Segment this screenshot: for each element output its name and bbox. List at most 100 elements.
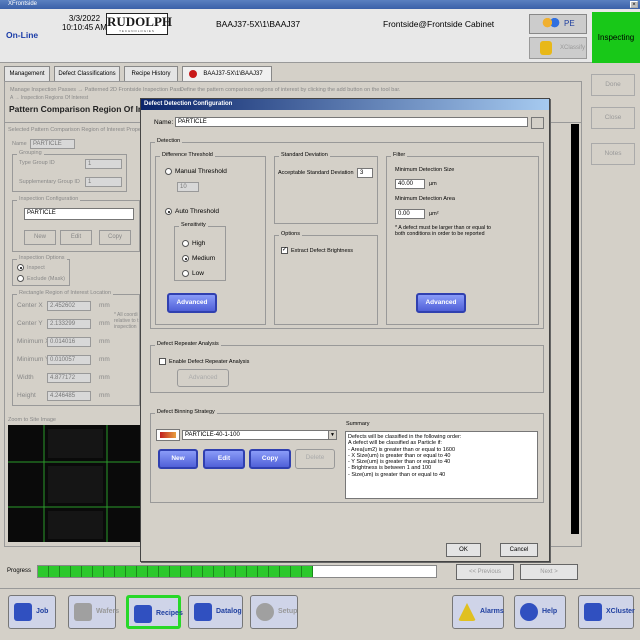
cancel-button[interactable]: Cancel xyxy=(500,543,538,557)
job-button[interactable]: Job xyxy=(8,595,56,629)
row-field[interactable]: 0.010057 xyxy=(47,355,91,365)
next-button[interactable]: Next > xyxy=(520,564,578,580)
wafers-label: Wafers xyxy=(96,608,120,615)
previous-button[interactable]: << Previous xyxy=(456,564,514,580)
setup-label: Setup xyxy=(278,608,298,615)
tab-recipe[interactable]: BAAJ37-5X\1\BAAJ37 xyxy=(182,66,272,81)
repeater-advanced-button[interactable]: Advanced xyxy=(177,369,229,387)
radio-icon xyxy=(182,240,189,247)
row-field[interactable]: 0.014016 xyxy=(47,337,91,347)
min-size-input[interactable]: 40.00 xyxy=(395,179,425,189)
setup-button[interactable]: Setup xyxy=(250,595,298,629)
row-field[interactable]: 2.133299 xyxy=(47,319,91,329)
row-field[interactable]: 2.452602 xyxy=(47,301,91,311)
logo-name: RUDOLPH xyxy=(107,14,172,29)
supp-group-field[interactable]: 1 xyxy=(85,177,122,187)
advanced-threshold-button[interactable]: Advanced xyxy=(167,293,217,313)
manual-threshold-radio[interactable]: Manual Threshold xyxy=(165,168,227,175)
users-icon xyxy=(542,17,560,31)
sens-medium-radio[interactable]: Medium xyxy=(182,255,215,262)
medium-label: Medium xyxy=(192,255,216,263)
auto-label: Auto Threshold xyxy=(175,208,219,216)
sens-high-radio[interactable]: High xyxy=(182,240,205,247)
datetime: 3/3/2022 10:10:45 AM xyxy=(62,14,107,32)
zoom-label: Zoom to Site Image xyxy=(8,417,56,423)
die xyxy=(48,466,103,503)
min-size-label: Minimum Detection Size xyxy=(395,167,455,173)
close-button[interactable]: Close xyxy=(591,107,635,129)
acc-std-input[interactable]: 3 xyxy=(357,168,373,178)
radio-icon xyxy=(182,270,189,277)
help-button[interactable]: Help xyxy=(514,595,566,629)
rudolph-logo: RUDOLPH TECHNOLOGIES xyxy=(106,13,172,35)
alarms-button[interactable]: Alarms xyxy=(452,595,504,629)
opt-exclude[interactable]: Exclude (Mask) xyxy=(17,275,65,282)
binning-copy-button[interactable]: Copy xyxy=(249,449,291,469)
repeater-label: Defect Repeater Analysis xyxy=(155,341,221,347)
tab-defect-classifications[interactable]: Defect Classifications xyxy=(54,66,120,81)
row-label: Height xyxy=(17,392,36,399)
filter-note: * A defect must be larger than or equal … xyxy=(395,225,491,238)
radio-icon xyxy=(182,255,189,262)
datalog-button[interactable]: Datalog xyxy=(188,595,243,629)
row-label: Minimum X xyxy=(17,338,50,345)
binning-select[interactable]: PARTICLE-40-1-100 ▼ xyxy=(182,430,337,440)
binning-delete-button[interactable]: Delete xyxy=(295,449,335,469)
done-button[interactable]: Done xyxy=(591,74,635,96)
acc-std-label: Acceptable Standard Deviation xyxy=(278,170,354,176)
tab-management[interactable]: Management xyxy=(4,66,50,81)
tab-recipe-history[interactable]: Recipe History xyxy=(124,66,178,81)
opt-inspect[interactable]: Inspect xyxy=(17,264,45,271)
dlg-name-button[interactable] xyxy=(531,117,544,129)
name-field[interactable]: PARTICLE xyxy=(30,139,75,149)
min-area-input[interactable]: 0.00 xyxy=(395,209,425,219)
advanced-filter-button[interactable]: Advanced xyxy=(416,293,466,313)
min-area-unit: µm² xyxy=(429,211,439,217)
job-label: Job xyxy=(36,608,49,615)
summary-label: Summary xyxy=(346,421,370,427)
alarms-label: Alarms xyxy=(480,608,504,615)
min-size-unit: µm xyxy=(429,181,437,187)
type-group-field[interactable]: 1 xyxy=(85,159,122,169)
chevron-down-icon: ▼ xyxy=(328,431,336,439)
insp-config-field[interactable]: PARTICLE xyxy=(24,208,134,220)
supp-group-label: Supplementary Group ID xyxy=(19,179,80,185)
xcluster-button[interactable]: XCluster xyxy=(578,595,635,629)
warning-icon xyxy=(458,603,476,621)
lock-icon xyxy=(540,41,552,55)
rect-row: Minimum Y 0.010057 mm xyxy=(17,355,117,373)
lock-button[interactable]: XClassify xyxy=(529,37,587,59)
dlg-name-input[interactable]: PARTICLE xyxy=(175,117,528,127)
insp-options-label: Inspection Options xyxy=(17,255,67,261)
extract-checkbox[interactable]: ✓ Extract Defect Brightness xyxy=(281,247,353,254)
row-field[interactable]: 4.246485 xyxy=(47,391,91,401)
left-copy-button[interactable]: Copy xyxy=(99,230,131,245)
datalog-icon xyxy=(194,603,212,621)
row-label: Center Y xyxy=(17,320,43,327)
auto-threshold-radio[interactable]: Auto Threshold xyxy=(165,208,219,215)
wafers-button[interactable]: Wafers xyxy=(68,595,120,629)
close-icon[interactable]: × xyxy=(630,1,638,8)
binning-new-button[interactable]: New xyxy=(158,449,198,469)
detection-label: Detection xyxy=(155,138,183,144)
breadcrumb-2: A → Inspection Regions Of Interest xyxy=(10,95,89,101)
left-edit-button[interactable]: Edit xyxy=(60,230,92,245)
sens-low-radio[interactable]: Low xyxy=(182,270,204,277)
user-button[interactable]: PE xyxy=(529,14,587,34)
row-label: Width xyxy=(17,374,34,381)
location: Frontside@Frontside Cabinet xyxy=(383,19,495,29)
row-field[interactable]: 4.877172 xyxy=(47,373,91,383)
enable-repeater-checkbox[interactable]: Enable Defect Repeater Analysis xyxy=(159,358,249,365)
manual-threshold-field[interactable]: 10 xyxy=(177,182,199,192)
binning-icon-button[interactable] xyxy=(156,429,180,441)
window-title-bar: XFrontside × xyxy=(0,0,640,9)
logo-tagline: TECHNOLOGIES xyxy=(119,29,155,33)
scrollbar[interactable] xyxy=(571,124,579,534)
left-new-button[interactable]: New xyxy=(24,230,56,245)
std-dev-group: Standard Deviation xyxy=(274,152,378,224)
status-label: On-Line xyxy=(6,30,39,40)
binning-edit-button[interactable]: Edit xyxy=(203,449,245,469)
notes-button[interactable]: Notes xyxy=(591,143,635,165)
ok-button[interactable]: OK xyxy=(446,543,481,557)
recipes-button[interactable]: Recipes xyxy=(126,595,183,629)
